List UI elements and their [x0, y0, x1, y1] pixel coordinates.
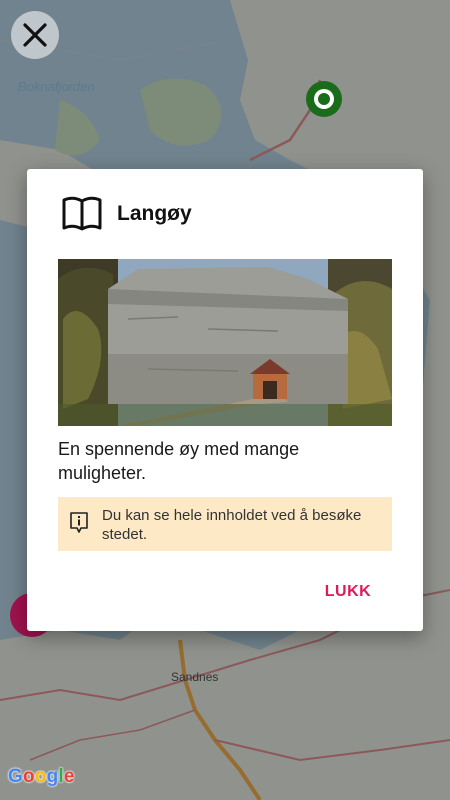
info-notice: Du kan se hele innholdet ved å besøke st…	[58, 497, 392, 551]
place-description: En spennende øy med mange muligheter.	[58, 439, 300, 483]
info-icon	[70, 512, 88, 533]
close-map-button[interactable]	[11, 11, 59, 59]
map-label-fjord: Boknafjorden	[18, 79, 95, 94]
dialog-title: Langøy	[117, 202, 192, 225]
place-info-dialog: Langøy En spennende øy med mange mulighe…	[27, 169, 423, 631]
info-text: Du kan se hele innholdet ved å besøke st…	[102, 507, 362, 543]
book-icon	[62, 196, 102, 231]
close-icon	[23, 23, 47, 47]
google-logo: Google	[8, 766, 75, 787]
map-label-city: Sandnes	[171, 670, 219, 684]
marker-ring	[314, 89, 334, 109]
dialog-header: Langøy	[61, 195, 192, 233]
place-photo	[58, 259, 392, 426]
marker-dot	[318, 93, 330, 105]
location-marker-green[interactable]	[306, 81, 342, 117]
close-dialog-button[interactable]: LUKK	[315, 575, 381, 609]
